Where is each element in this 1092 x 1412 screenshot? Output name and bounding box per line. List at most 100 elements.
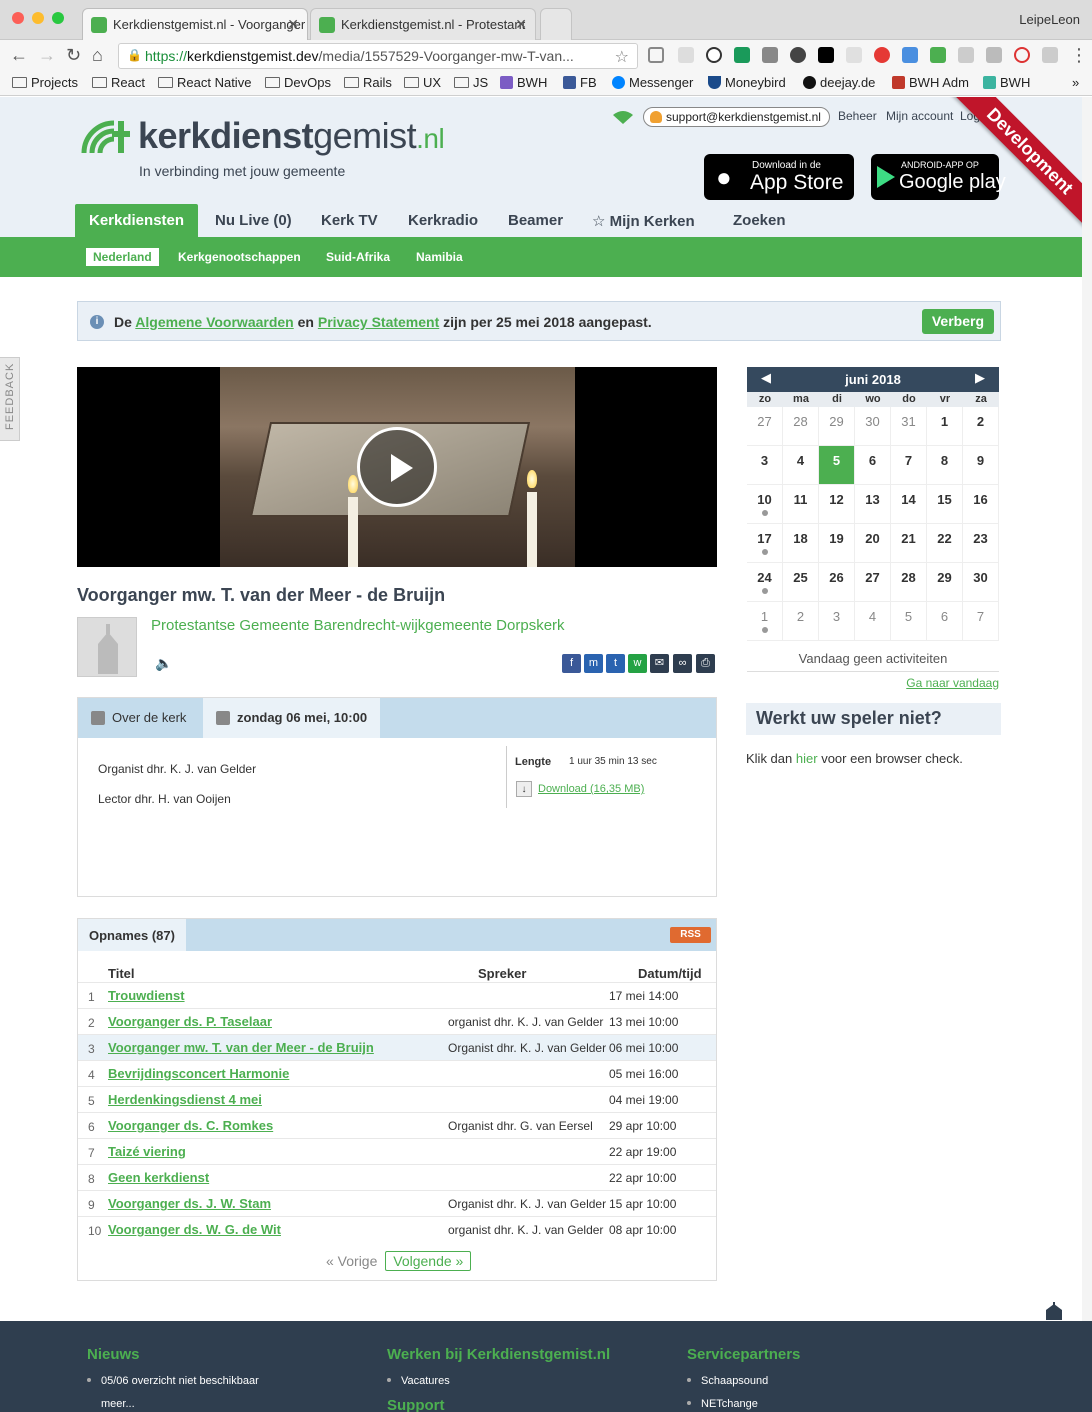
church-link[interactable]: Protestantse Gemeente Barendrecht-wijkge… xyxy=(151,617,565,634)
calendar-day[interactable]: 30 xyxy=(855,407,891,446)
facebook-icon[interactable]: f xyxy=(562,654,581,673)
calendar-day[interactable]: 30 xyxy=(963,563,999,602)
print-icon[interactable]: ⎙ xyxy=(696,654,715,673)
recording-title-link[interactable]: Voorganger ds. J. W. Stam xyxy=(108,1196,271,1211)
close-tab-icon[interactable]: ✕ xyxy=(515,16,527,33)
calendar-day[interactable]: 21 xyxy=(891,524,927,563)
calendar-day[interactable]: 7 xyxy=(891,446,927,485)
browser-check-link[interactable]: hier xyxy=(796,751,818,766)
extension-v-icon[interactable] xyxy=(818,47,834,63)
extension-grid-icon[interactable] xyxy=(846,47,862,63)
church-thumbnail[interactable] xyxy=(77,617,137,677)
minimize-window-button[interactable] xyxy=(32,12,44,24)
reload-icon[interactable]: ↻ xyxy=(66,45,81,66)
footer-news-more[interactable]: meer... xyxy=(101,1398,135,1410)
extension-bolt-icon[interactable] xyxy=(678,47,694,63)
twitter-icon[interactable]: t xyxy=(606,654,625,673)
calendar-day[interactable]: 8 xyxy=(927,446,963,485)
extension-red-icon[interactable] xyxy=(874,47,890,63)
calendar-day[interactable]: 15 xyxy=(927,485,963,524)
browser-tab-active[interactable]: Kerkdienstgemist.nl - Voorganger ✕ xyxy=(82,8,308,40)
support-email-button[interactable]: support@kerkdienstgemist.nl xyxy=(643,107,830,127)
calendar-day[interactable]: 6 xyxy=(855,446,891,485)
bookmark-react[interactable]: React xyxy=(92,75,145,90)
home-icon[interactable]: ⌂ xyxy=(92,45,103,66)
bookmark-deejay[interactable]: deejay.de xyxy=(803,75,875,90)
tab-service-date[interactable]: zondag 06 mei, 10:00 xyxy=(203,698,380,738)
forward-icon[interactable]: → xyxy=(38,45,56,66)
bookmark-star-icon[interactable]: ☆ xyxy=(615,47,629,67)
footer-vacancies-link[interactable]: Vacatures xyxy=(387,1375,450,1387)
back-icon[interactable]: ← xyxy=(10,45,28,66)
privacy-link[interactable]: Privacy Statement xyxy=(318,314,439,330)
tab-over-de-kerk[interactable]: Over de kerk xyxy=(78,698,201,738)
play-button[interactable] xyxy=(357,427,437,507)
calendar-day[interactable]: 20 xyxy=(855,524,891,563)
subnav-suid-afrika[interactable]: Suid-Afrika xyxy=(319,248,397,266)
menu-kebab-icon[interactable]: ⋮ xyxy=(1070,45,1088,66)
cast-icon[interactable] xyxy=(648,47,664,63)
footer-partner-link[interactable]: Schaapsound xyxy=(687,1375,768,1387)
recording-title-link[interactable]: Trouwdienst xyxy=(108,988,185,1003)
bookmark-js[interactable]: JS xyxy=(454,75,488,90)
profile-name[interactable]: LeipeLeon xyxy=(1019,12,1080,27)
calendar-day[interactable]: 27 xyxy=(747,407,783,446)
download-icon[interactable]: ↓ xyxy=(516,781,532,797)
bookmark-projects[interactable]: Projects xyxy=(12,75,78,90)
email-icon[interactable]: ✉ xyxy=(650,654,669,673)
subnav-nederland[interactable]: Nederland xyxy=(86,248,159,266)
previous-page-link[interactable]: « Vorige xyxy=(326,1253,377,1269)
nav-zoeken[interactable]: Zoeken xyxy=(733,204,786,237)
recording-title-link[interactable]: Voorganger ds. C. Romkes xyxy=(108,1118,273,1133)
extension-sync-icon[interactable] xyxy=(790,47,806,63)
calendar-day[interactable]: 2 xyxy=(963,407,999,446)
extension-clock-icon[interactable] xyxy=(1014,47,1030,63)
calendar-day[interactable]: 28 xyxy=(891,563,927,602)
url-input[interactable]: 🔒 https://kerkdienstgemist.dev/media/155… xyxy=(118,43,638,69)
audio-icon[interactable]: 🔈 xyxy=(155,655,172,672)
bookmark-messenger[interactable]: Messenger xyxy=(612,75,693,90)
calendar-day[interactable]: 22 xyxy=(927,524,963,563)
calendar-day[interactable]: 3 xyxy=(819,602,855,641)
calendar-day[interactable]: 13 xyxy=(855,485,891,524)
video-player[interactable] xyxy=(77,367,717,567)
calendar-day[interactable]: 25 xyxy=(783,563,819,602)
calendar-day[interactable]: 1 xyxy=(747,602,783,641)
calendar-day[interactable]: 16 xyxy=(963,485,999,524)
nav-beamer[interactable]: Beamer xyxy=(508,204,563,237)
messenger-icon[interactable]: m xyxy=(584,654,603,673)
calendar-day[interactable]: 29 xyxy=(927,563,963,602)
calendar-day[interactable]: 17 xyxy=(747,524,783,563)
my-account-link[interactable]: Mijn account xyxy=(886,109,953,123)
whatsapp-icon[interactable]: w xyxy=(628,654,647,673)
bookmark-bwh-2[interactable]: BWH xyxy=(983,75,1030,90)
nav-nu-live[interactable]: Nu Live (0) xyxy=(215,204,292,237)
download-link[interactable]: Download (16,35 MB) xyxy=(538,783,644,795)
calendar-day[interactable]: 26 xyxy=(819,563,855,602)
link-icon[interactable]: ∞ xyxy=(673,654,692,673)
calendar-day[interactable]: 3 xyxy=(747,446,783,485)
new-tab-button[interactable] xyxy=(540,8,572,40)
subnav-namibia[interactable]: Namibia xyxy=(409,248,470,266)
calendar-day[interactable]: 24 xyxy=(747,563,783,602)
calendar-day[interactable]: 4 xyxy=(855,602,891,641)
calendar-day[interactable]: 5 xyxy=(891,602,927,641)
calendar-day[interactable]: 9 xyxy=(963,446,999,485)
footer-news-item[interactable]: 05/06 overzicht niet beschikbaar xyxy=(87,1375,259,1387)
recording-title-link[interactable]: Voorganger ds. P. Taselaar xyxy=(108,1014,272,1029)
recording-title-link[interactable]: Taizé viering xyxy=(108,1144,186,1159)
next-page-button[interactable]: Volgende » xyxy=(385,1251,472,1271)
calendar-day[interactable]: 23 xyxy=(963,524,999,563)
hide-notice-button[interactable]: Verberg xyxy=(921,309,994,334)
extension-flag-icon[interactable] xyxy=(734,47,750,63)
nav-kerk-tv[interactable]: Kerk TV xyxy=(321,204,378,237)
extension-box-icon[interactable] xyxy=(1042,47,1058,63)
goto-today-link[interactable]: Ga naar vandaag xyxy=(906,676,999,690)
app-store-button[interactable]: ● Download in de App Store xyxy=(704,154,854,200)
bookmark-moneybird[interactable]: Moneybird xyxy=(708,75,786,90)
rss-button[interactable]: RSS xyxy=(670,927,711,943)
calendar-day[interactable]: 31 xyxy=(891,407,927,446)
calendar-day[interactable]: 18 xyxy=(783,524,819,563)
recording-title-link[interactable]: Voorganger ds. W. G. de Wit xyxy=(108,1222,281,1237)
site-logo[interactable]: kerkdienstgemist.nl xyxy=(138,115,445,157)
